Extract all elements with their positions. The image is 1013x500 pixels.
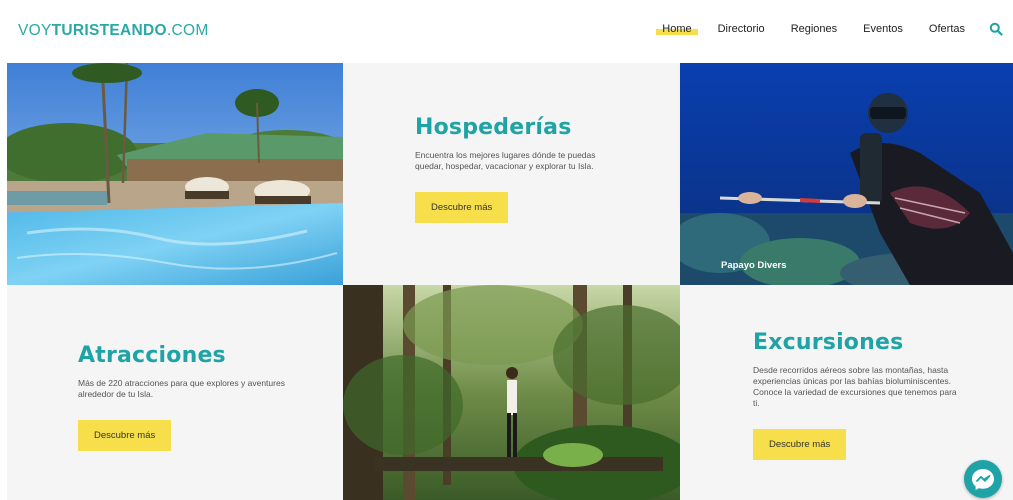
- excursiones-discover-button[interactable]: Descubre más: [753, 429, 847, 460]
- atracciones-card: Atracciones Más de 220 atracciones para …: [7, 285, 343, 500]
- excursiones-title: Excursiones: [753, 330, 904, 355]
- resort-pool-image: [7, 63, 343, 285]
- hospederias-discover-button[interactable]: Descubre más: [415, 192, 509, 223]
- excursiones-description: Desde recorridos aéreos sobre las montañ…: [753, 365, 957, 408]
- logo-part-turisteando: TURISTEANDO: [51, 22, 167, 39]
- diver-image: Papayo Divers: [680, 63, 1013, 285]
- nav-item-home[interactable]: Home: [656, 23, 698, 35]
- nav-item-eventos[interactable]: Eventos: [861, 23, 905, 35]
- feature-grid: Hospederías Encuentra los mejores lugare…: [7, 63, 1013, 500]
- main-nav: Home Directorio Regiones Eventos Ofertas: [638, 22, 1003, 36]
- logo-part-voy: VOY: [18, 22, 52, 39]
- hospederias-card: Hospederías Encuentra los mejores lugare…: [343, 63, 680, 285]
- diver-caption: Papayo Divers: [721, 260, 787, 271]
- site-logo[interactable]: VOYTURISTEANDO.COM: [18, 22, 209, 40]
- logo-part-com: .COM: [166, 22, 209, 39]
- messenger-icon[interactable]: [964, 460, 1002, 498]
- forest-image: [343, 285, 680, 500]
- nav-item-directorio[interactable]: Directorio: [716, 23, 767, 35]
- search-icon[interactable]: [989, 22, 1003, 36]
- hospederias-title: Hospederías: [415, 115, 572, 140]
- hospederias-description: Encuentra los mejores lugares dónde te p…: [415, 150, 596, 171]
- site-header: VOYTURISTEANDO.COM Home Directorio Regio…: [0, 0, 1013, 62]
- nav-item-ofertas[interactable]: Ofertas: [927, 23, 967, 35]
- nav-item-regiones[interactable]: Regiones: [789, 23, 839, 35]
- atracciones-description: Más de 220 atracciones para que explores…: [78, 378, 285, 399]
- atracciones-discover-button[interactable]: Descubre más: [78, 420, 172, 451]
- atracciones-title: Atracciones: [78, 343, 226, 368]
